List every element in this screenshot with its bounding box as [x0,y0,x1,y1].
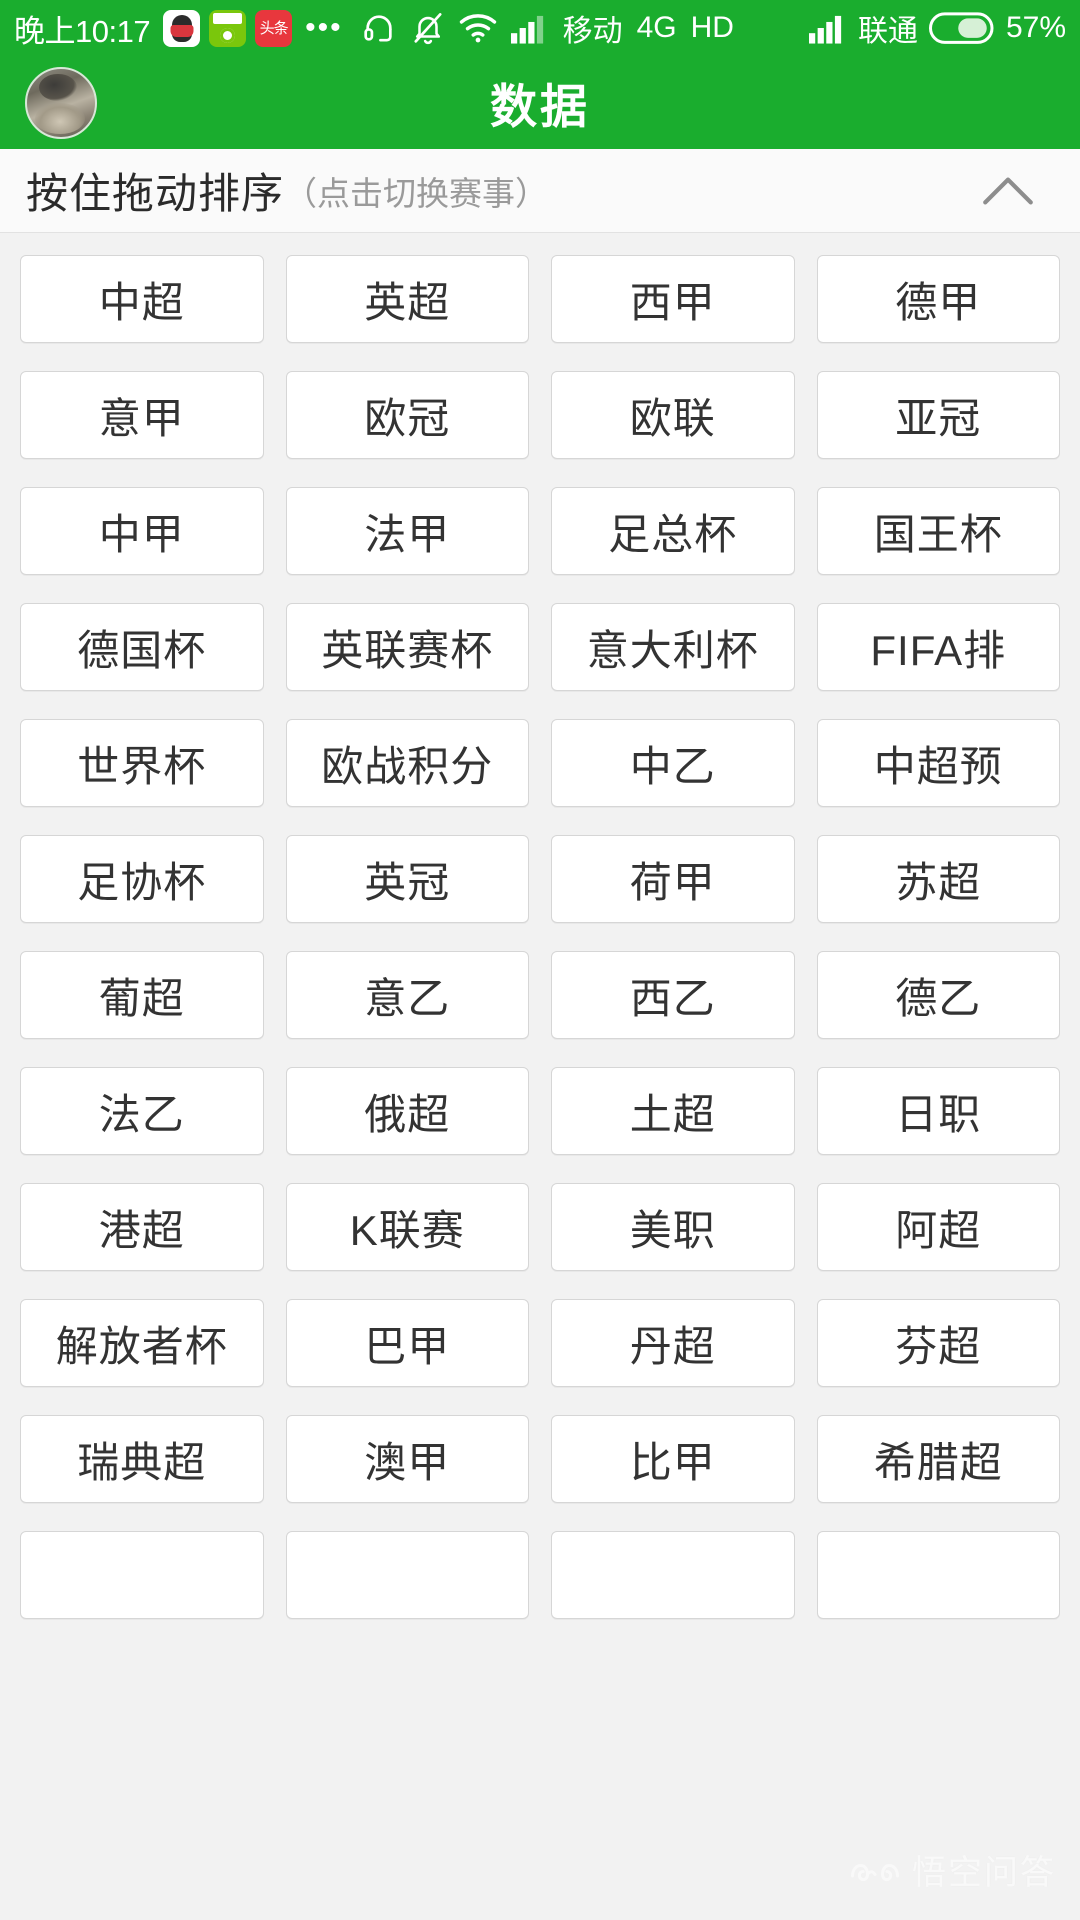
carrier-primary-label: 移动 [562,15,623,48]
league-cell[interactable]: 国王杯 [816,487,1060,575]
signal-bars-secondary-icon [808,15,842,44]
league-cell[interactable]: 欧冠 [285,371,529,459]
status-time: 晚上10:17 [14,13,151,49]
league-cell[interactable]: 法甲 [285,487,529,575]
league-cell[interactable]: 英超 [285,255,529,343]
status-right-group: 联通 57% [808,6,1066,50]
league-cell[interactable]: 比甲 [551,1415,795,1503]
league-cell[interactable]: 芬超 [816,1299,1060,1387]
league-cell[interactable]: 德甲 [816,255,1060,343]
league-cell[interactable]: 意大利杯 [551,603,795,691]
page-title: 数据 [490,80,590,133]
league-cell[interactable]: 阿超 [816,1183,1060,1271]
league-cell[interactable]: 日职 [816,1067,1060,1155]
overflow-dots-icon: ••• [305,11,343,44]
status-bar: 晚上10:17 ••• [0,0,1080,56]
league-cell[interactable]: 巴甲 [285,1299,529,1387]
league-cell[interactable]: 俄超 [285,1067,529,1155]
wifi-icon [459,14,496,43]
toutiao-icon [255,9,293,47]
league-cell[interactable] [285,1531,529,1619]
league-cell[interactable] [816,1531,1060,1619]
league-cell[interactable]: 足总杯 [551,487,795,575]
league-cell[interactable]: 中甲 [20,487,264,575]
league-cell[interactable]: 澳甲 [285,1415,529,1503]
bell-muted-icon [414,13,442,45]
league-cell[interactable]: 意乙 [285,951,529,1039]
sort-instruction-label: 按住拖动排序 [26,170,285,217]
league-cell[interactable]: 土超 [551,1067,795,1155]
league-cell[interactable]: 英联赛杯 [285,603,529,691]
battery-percent-label: 57% [1005,11,1066,44]
league-cell[interactable] [551,1531,795,1619]
battery-icon [928,12,994,44]
signal-bars-icon [510,15,543,44]
league-cell[interactable]: 瑞典超 [20,1415,264,1503]
soccer-app-icon [209,9,247,47]
collapse-toggle-button[interactable] [982,165,1034,217]
league-cell[interactable]: 世界杯 [20,719,264,807]
league-cell[interactable]: 英冠 [285,835,529,923]
league-cell[interactable]: 德乙 [816,951,1060,1039]
league-cell[interactable]: 西乙 [551,951,795,1039]
league-cell[interactable]: 中乙 [551,719,795,807]
league-cell[interactable]: 亚冠 [816,371,1060,459]
carrier-secondary-label: 联通 [857,15,918,48]
league-cell[interactable]: 意甲 [20,371,264,459]
qq-icon [163,9,201,47]
league-cell[interactable]: 港超 [20,1183,264,1271]
volte-label: HD [690,11,734,44]
league-cell[interactable]: 德国杯 [20,603,264,691]
league-cell[interactable]: K联赛 [285,1183,529,1271]
league-cell[interactable]: 足协杯 [20,835,264,923]
league-cell[interactable]: 欧联 [551,371,795,459]
league-cell[interactable] [20,1531,264,1619]
league-grid-container: 中超 英超 西甲 德甲意甲 欧冠 欧联 亚冠中甲 法甲 足总杯 国王杯德国杯 英联赛杯 意大利杯 FIF… [0,233,1080,1919]
league-cell[interactable]: 中超 [20,255,264,343]
status-system-icons: 移动 4G HD [361,6,734,50]
league-cell[interactable]: 希腊超 [816,1415,1060,1503]
league-cell[interactable]: FIFA排 [816,603,1060,691]
league-cell[interactable]: 法乙 [20,1067,264,1155]
headset-icon [363,15,392,42]
status-app-icons: ••• [163,9,343,47]
app-header: 数据 [0,56,1080,149]
league-cell[interactable]: 西甲 [551,255,795,343]
league-cell[interactable]: 苏超 [816,835,1060,923]
league-grid: 中超 英超 西甲 德甲意甲 欧冠 欧联 亚冠中甲 法甲 足总杯 国王杯德国杯 英联赛杯 意大利杯 FIF… [20,255,1060,1619]
league-cell[interactable]: 丹超 [551,1299,795,1387]
sort-hint-label: （点击切换赛事） [284,174,549,212]
league-cell[interactable]: 欧战积分 [285,719,529,807]
sort-header-bar[interactable]: 按住拖动排序 （点击切换赛事） [0,149,1080,233]
phone-screen: 晚上10:17 ••• [0,0,1080,1920]
league-cell[interactable]: 解放者杯 [20,1299,264,1387]
league-cell[interactable]: 美职 [551,1183,795,1271]
league-cell[interactable]: 中超预 [816,719,1060,807]
chevron-up-icon [983,177,1033,204]
network-type-label: 4G [636,11,677,44]
league-cell[interactable]: 荷甲 [551,835,795,923]
league-cell[interactable]: 葡超 [20,951,264,1039]
